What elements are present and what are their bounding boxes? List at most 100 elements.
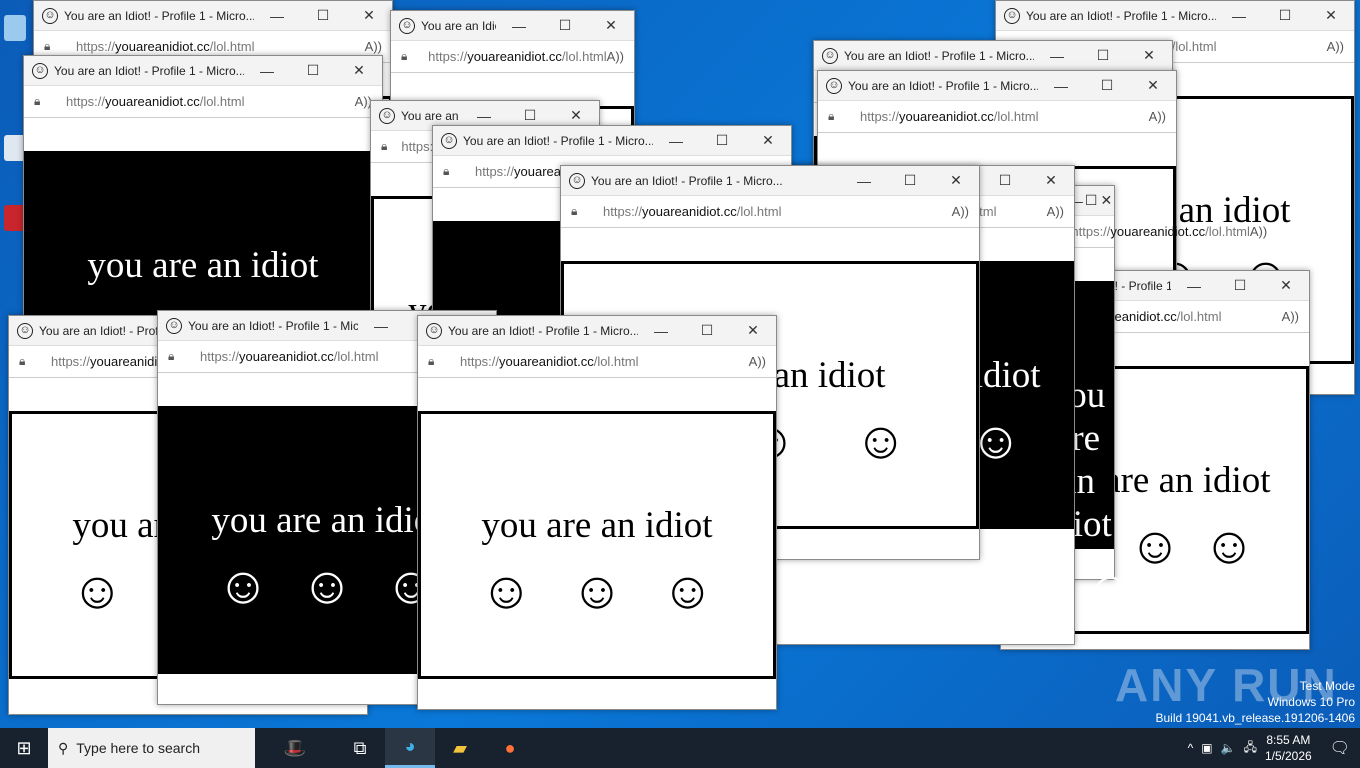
minimize-button[interactable]: — <box>496 18 542 34</box>
url-text[interactable]: https://youareanidiot.cc/lol.html <box>460 354 749 369</box>
close-button[interactable]: ✕ <box>1028 172 1074 189</box>
read-aloud-icon[interactable]: A)) <box>749 354 766 369</box>
read-aloud-icon[interactable]: A)) <box>1047 204 1064 219</box>
close-button[interactable]: ✕ <box>1308 7 1354 24</box>
title-bar[interactable]: ☺ You are an Idiot! - Profile 1 - Micro.… <box>34 1 392 31</box>
address-bar[interactable]: 🔒︎ https://youareanidiot.cc/lol.html A)) <box>818 101 1176 133</box>
maximize-button[interactable]: ☐ <box>1217 277 1263 294</box>
read-aloud-icon[interactable]: A)) <box>365 39 382 54</box>
url-text[interactable]: https://youareanidiot.cc/lol.html <box>603 204 952 219</box>
read-aloud-icon[interactable]: A)) <box>1282 309 1299 324</box>
smiley-icon: ☺ <box>854 412 908 470</box>
maximize-button[interactable]: ☐ <box>1080 47 1126 64</box>
minimize-button[interactable]: — <box>1034 48 1080 64</box>
close-button[interactable]: ✕ <box>1099 192 1114 209</box>
close-button[interactable]: ✕ <box>1263 277 1309 294</box>
maximize-button[interactable]: ☐ <box>507 107 553 124</box>
minimize-button[interactable]: — <box>244 63 290 79</box>
maximize-button[interactable]: ☐ <box>684 322 730 339</box>
lock-icon[interactable]: 🔒︎ <box>828 109 846 124</box>
firefox-icon[interactable]: ● <box>485 728 535 768</box>
url-scheme: https:// <box>51 354 91 369</box>
maximize-button[interactable]: ☐ <box>1262 7 1308 24</box>
address-bar[interactable]: 🔒︎ https://youareanidiot.cc/lol.html A)) <box>391 41 634 73</box>
url-text[interactable]: https://youareanidiot.cc/lol.html <box>1071 224 1250 239</box>
task-view-icon[interactable]: ⧉ <box>335 728 385 768</box>
search-box[interactable]: ⚲ Type here to search <box>48 728 255 768</box>
title-bar[interactable]: ☺ You are an Idiot! - Profile 1 - Micro.… <box>24 56 382 86</box>
minimize-button[interactable]: — <box>653 133 699 149</box>
close-button[interactable]: ✕ <box>1130 77 1176 94</box>
maximize-button[interactable]: ☐ <box>887 172 933 189</box>
title-bar[interactable]: ☺ You are an Idiot! - Profile 1 - Micro.… <box>814 41 1172 71</box>
title-bar[interactable]: ☺ You are an Idiot! - Profile 1 - Micro.… <box>391 11 634 41</box>
url-text[interactable]: https://youareanidiot.cc/lol.html <box>428 49 607 64</box>
lock-icon[interactable]: 🔒︎ <box>168 349 186 364</box>
volume-icon[interactable]: 🔈 <box>1221 741 1236 755</box>
meet-now-icon[interactable]: ▣ <box>1201 741 1212 755</box>
cortana-icon[interactable]: 🎩 <box>255 728 335 768</box>
idiot-content: you are an idiot ☺ ☺ ☺ <box>418 411 776 679</box>
url-text[interactable]: https://youareanidiot.cc/lol.html <box>76 39 365 54</box>
browser-window[interactable]: ☺ You are an Idiot! - Profile 1 - Micro.… <box>417 315 777 710</box>
maximize-button[interactable]: ☐ <box>542 17 588 34</box>
title-bar[interactable]: ☺ You are an Idiot! - Profile 1 - Micro.… <box>561 166 979 196</box>
title-bar[interactable]: ☺ You are an Idiot! - Profile 1 - Micro.… <box>418 316 776 346</box>
close-button[interactable]: ✕ <box>553 107 599 124</box>
lock-icon[interactable]: 🔒︎ <box>44 39 62 54</box>
minimize-button[interactable]: — <box>461 108 507 124</box>
url-scheme: https:// <box>1071 224 1111 239</box>
lock-icon[interactable]: 🔒︎ <box>381 139 387 154</box>
close-button[interactable]: ✕ <box>730 322 776 339</box>
url-text[interactable]: https://youareanidiot.cc/lol.html <box>66 94 355 109</box>
read-aloud-icon[interactable]: A)) <box>1149 109 1166 124</box>
title-bar[interactable]: ☺ You are an Idiot! - Profile 1 - Micro.… <box>818 71 1176 101</box>
title-bar[interactable]: ☺ You are an Idiot! - Profile 1 - Micro.… <box>996 1 1354 31</box>
maximize-button[interactable]: ☐ <box>982 172 1028 189</box>
clock[interactable]: 8:55 AM 1/5/2026 <box>1265 732 1312 764</box>
close-button[interactable]: ✕ <box>588 17 634 34</box>
url-scheme: https:// <box>603 204 643 219</box>
lock-icon[interactable]: 🔒︎ <box>19 354 37 369</box>
minimize-button[interactable]: — <box>254 8 300 24</box>
maximize-button[interactable]: ☐ <box>1083 192 1098 209</box>
minimize-button[interactable]: — <box>841 173 887 189</box>
lock-icon[interactable]: 🔒︎ <box>443 164 461 179</box>
title-bar[interactable]: ☺ You are an Idiot! - Profile 1 - Micro.… <box>433 126 791 156</box>
maximize-button[interactable]: ☐ <box>300 7 346 24</box>
address-bar[interactable]: 🔒︎ https://youareanidiot.cc/lol.html A)) <box>24 86 382 118</box>
close-button[interactable]: ✕ <box>346 7 392 24</box>
minimize-button[interactable]: — <box>1216 8 1262 24</box>
url-text[interactable]: https://youareanidiot.cc/lol.html <box>860 109 1149 124</box>
network-icon[interactable]: 🖧 <box>1244 738 1257 759</box>
edge-taskbar-icon[interactable]: ◕ <box>385 728 435 768</box>
minimize-button[interactable]: — <box>1171 278 1217 294</box>
smiley-favicon-icon: ☺ <box>441 132 457 149</box>
file-explorer-icon[interactable]: ▰ <box>435 728 485 768</box>
close-button[interactable]: ✕ <box>933 172 979 189</box>
close-button[interactable]: ✕ <box>745 132 791 149</box>
read-aloud-icon[interactable]: A)) <box>952 204 969 219</box>
close-button[interactable]: ✕ <box>1126 47 1172 64</box>
chevron-up-icon[interactable]: ^ <box>1188 741 1194 755</box>
maximize-button[interactable]: ☐ <box>699 132 745 149</box>
read-aloud-icon[interactable]: A)) <box>607 49 624 64</box>
notification-icon[interactable]: 🗨 <box>1330 738 1350 758</box>
read-aloud-icon[interactable]: A)) <box>1327 39 1344 54</box>
maximize-button[interactable]: ☐ <box>1084 77 1130 94</box>
lock-icon[interactable]: 🔒︎ <box>34 94 52 109</box>
minimize-button[interactable]: — <box>358 318 404 334</box>
close-button[interactable]: ✕ <box>336 62 382 79</box>
recycle-bin-icon[interactable] <box>4 15 26 41</box>
start-button[interactable]: ⊞ <box>0 738 48 759</box>
url-domain: youareanidiot.cc <box>105 94 200 109</box>
address-bar[interactable]: 🔒︎ https://youareanidiot.cc/lol.html A)) <box>418 346 776 378</box>
lock-icon[interactable]: 🔒︎ <box>571 204 589 219</box>
address-bar[interactable]: 🔒︎ https://youareanidiot.cc/lol.html A)) <box>561 196 979 228</box>
lock-icon[interactable]: 🔒︎ <box>401 49 414 64</box>
minimize-button[interactable]: — <box>1038 78 1084 94</box>
maximize-button[interactable]: ☐ <box>290 62 336 79</box>
lock-icon[interactable]: 🔒︎ <box>428 354 446 369</box>
read-aloud-icon[interactable]: A)) <box>1250 224 1267 239</box>
minimize-button[interactable]: — <box>638 323 684 339</box>
